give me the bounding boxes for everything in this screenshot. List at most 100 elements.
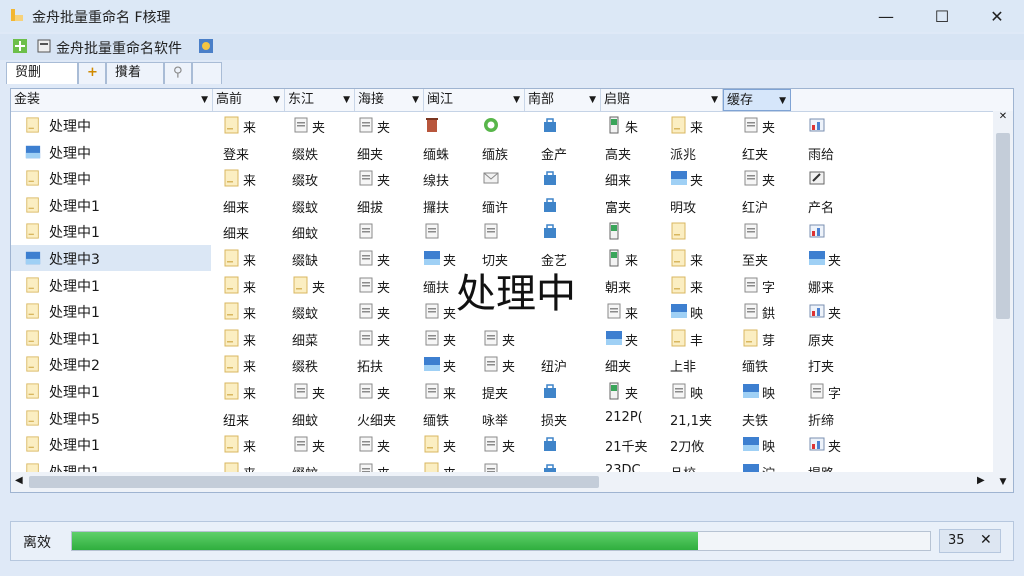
- file-cell[interactable]: 拓扶: [357, 351, 413, 377]
- file-cell[interactable]: 鉷: [742, 298, 798, 324]
- file-cell[interactable]: 夹: [292, 431, 348, 457]
- dropdown-arrow-icon[interactable]: ▼: [273, 89, 280, 111]
- file-cell[interactable]: 产名: [808, 192, 864, 218]
- close-button[interactable]: ✕: [973, 0, 1021, 32]
- file-cell[interactable]: [541, 378, 597, 404]
- file-cell[interactable]: 攞扶: [423, 192, 479, 218]
- file-cell[interactable]: 缀蚊: [292, 298, 348, 324]
- file-cell[interactable]: 夹: [808, 298, 864, 324]
- file-cell[interactable]: 映: [670, 298, 726, 324]
- file-cell[interactable]: 映: [742, 378, 798, 404]
- tab-second[interactable]: 攢着: [106, 62, 164, 84]
- dropdown-arrow-icon[interactable]: ▼: [711, 89, 718, 111]
- tree-item[interactable]: 处理中3: [11, 245, 211, 271]
- file-cell[interactable]: 来: [223, 165, 279, 191]
- tree-item[interactable]: 处理中1: [11, 325, 211, 351]
- file-cell[interactable]: [670, 218, 726, 244]
- file-cell[interactable]: [482, 112, 538, 138]
- tab-icon[interactable]: ⚲: [164, 62, 192, 84]
- file-cell[interactable]: 丰: [670, 325, 726, 351]
- tab-add[interactable]: +: [78, 62, 106, 84]
- file-cell[interactable]: 夹: [742, 165, 798, 191]
- file-cell[interactable]: 折缔: [808, 405, 864, 431]
- file-cell[interactable]: 缀玫: [292, 165, 348, 191]
- file-cell[interactable]: 缅许: [482, 192, 538, 218]
- file-cell[interactable]: [541, 325, 597, 351]
- file-cell[interactable]: 缀秩: [292, 351, 348, 377]
- file-cell[interactable]: [482, 218, 538, 244]
- file-cell[interactable]: 细蚊: [292, 218, 348, 244]
- scroll-right-icon[interactable]: ▶: [977, 475, 985, 486]
- file-cell[interactable]: 富夹: [605, 192, 661, 218]
- file-cell[interactable]: 细来: [223, 218, 279, 244]
- scroll-down-icon[interactable]: ▼: [996, 477, 1010, 491]
- file-cell[interactable]: [541, 431, 597, 457]
- vertical-scroll-thumb[interactable]: [996, 133, 1010, 319]
- file-cell[interactable]: 夹: [292, 112, 348, 138]
- file-cell[interactable]: 夹: [423, 325, 479, 351]
- tree-item[interactable]: 处理中: [11, 112, 211, 138]
- file-cell[interactable]: 缀蚊: [292, 192, 348, 218]
- file-cell[interactable]: 映: [670, 378, 726, 404]
- file-cell[interactable]: 咏举: [482, 405, 538, 431]
- file-cell[interactable]: 金产: [541, 139, 597, 165]
- file-cell[interactable]: 夹: [357, 378, 413, 404]
- file-cell[interactable]: 细来: [605, 165, 661, 191]
- file-cell[interactable]: [541, 218, 597, 244]
- tab-empty[interactable]: [192, 62, 222, 84]
- dropdown-arrow-icon[interactable]: ▼: [343, 89, 350, 111]
- tree-item[interactable]: 处理中: [11, 139, 211, 165]
- add-files-icon[interactable]: [12, 38, 28, 54]
- file-cell[interactable]: 夹: [423, 351, 479, 377]
- file-cell[interactable]: 夹: [742, 112, 798, 138]
- status-badge[interactable]: 35 ✕: [939, 529, 1001, 553]
- tree-item[interactable]: 处理中1: [11, 378, 211, 404]
- file-cell[interactable]: 纽来: [223, 405, 279, 431]
- file-cell[interactable]: 纽沪: [541, 351, 597, 377]
- file-cell[interactable]: 损夹: [541, 405, 597, 431]
- file-cell[interactable]: 细来: [223, 192, 279, 218]
- file-cell[interactable]: [808, 112, 864, 138]
- column-header[interactable]: 缓存 ▼: [723, 89, 791, 111]
- file-cell[interactable]: 来: [223, 325, 279, 351]
- file-cell[interactable]: 上非: [670, 351, 726, 377]
- tree-item[interactable]: 处理中1: [11, 298, 211, 324]
- file-cell[interactable]: [808, 165, 864, 191]
- file-cell[interactable]: 夹: [357, 298, 413, 324]
- file-cell[interactable]: 夹: [357, 325, 413, 351]
- file-cell[interactable]: 2刀攸: [670, 431, 726, 457]
- dropdown-arrow-icon[interactable]: ▼: [201, 89, 208, 111]
- close-icon[interactable]: ✕: [980, 532, 992, 548]
- file-cell[interactable]: 雨给: [808, 139, 864, 165]
- file-cell[interactable]: 登来: [223, 139, 279, 165]
- maximize-button[interactable]: ☐: [918, 0, 966, 32]
- file-cell[interactable]: 火细夹: [357, 405, 413, 431]
- file-cell[interactable]: 夹: [605, 325, 661, 351]
- minimize-button[interactable]: —: [862, 0, 910, 32]
- column-header[interactable]: 南部 ▼: [525, 89, 601, 111]
- file-cell[interactable]: [605, 218, 661, 244]
- file-cell[interactable]: 缅族: [482, 139, 538, 165]
- file-cell[interactable]: 红沪: [742, 192, 798, 218]
- tree-item[interactable]: 处理中5: [11, 405, 211, 431]
- file-cell[interactable]: 缀妷: [292, 139, 348, 165]
- file-cell[interactable]: [423, 218, 479, 244]
- tree-item[interactable]: 处理中1: [11, 272, 211, 298]
- file-cell[interactable]: 来: [423, 378, 479, 404]
- file-cell[interactable]: 红夹: [742, 139, 798, 165]
- file-cell[interactable]: [541, 165, 597, 191]
- file-cell[interactable]: 朝来: [605, 272, 661, 298]
- dropdown-arrow-icon[interactable]: ▼: [412, 89, 419, 111]
- file-cell[interactable]: 21,1夹: [670, 405, 726, 431]
- file-cell[interactable]: 夫铁: [742, 405, 798, 431]
- column-header[interactable]: 海接 ▼: [355, 89, 424, 111]
- file-cell[interactable]: [541, 112, 597, 138]
- tree-item[interactable]: 处理中1: [11, 192, 211, 218]
- file-cell[interactable]: 高夹: [605, 139, 661, 165]
- file-cell[interactable]: [482, 165, 538, 191]
- column-header[interactable]: 闽江 ▼: [424, 89, 525, 111]
- file-cell[interactable]: 来: [223, 272, 279, 298]
- file-cell[interactable]: 明攻: [670, 192, 726, 218]
- column-header[interactable]: 启赔 ▼: [601, 89, 723, 111]
- file-cell[interactable]: 来: [223, 351, 279, 377]
